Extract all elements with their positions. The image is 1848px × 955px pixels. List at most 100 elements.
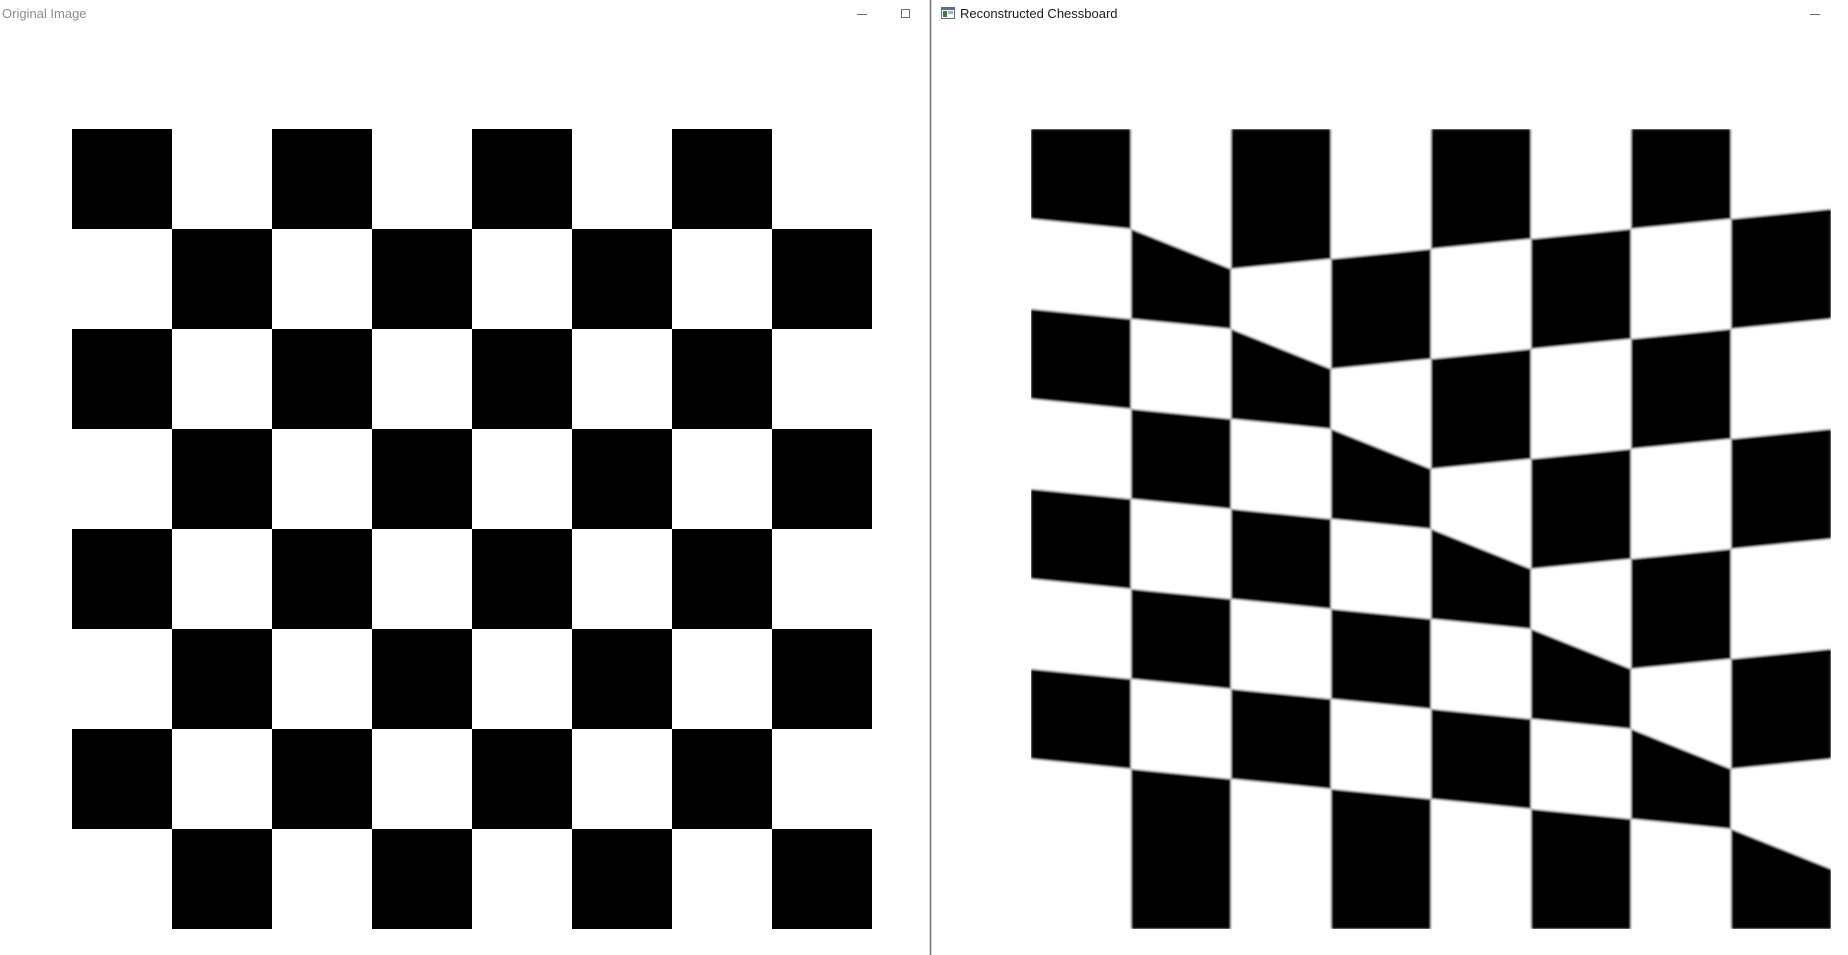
chess-square bbox=[772, 229, 872, 329]
chess-square bbox=[1531, 719, 1631, 819]
chess-square bbox=[572, 629, 672, 729]
chess-square bbox=[1031, 759, 1131, 929]
chess-square bbox=[772, 829, 872, 929]
chess-square bbox=[1531, 809, 1631, 929]
chess-square bbox=[372, 829, 472, 929]
chess-square bbox=[272, 129, 372, 229]
chess-square bbox=[1531, 129, 1631, 239]
chess-square bbox=[372, 629, 472, 729]
chess-square bbox=[1631, 819, 1731, 929]
chess-square bbox=[472, 129, 572, 229]
chess-square bbox=[1231, 129, 1331, 269]
chess-square bbox=[572, 329, 672, 429]
chess-square bbox=[72, 529, 172, 629]
chess-square bbox=[1231, 779, 1331, 929]
chess-square bbox=[172, 129, 272, 229]
chess-square bbox=[1131, 499, 1231, 599]
chess-square bbox=[772, 629, 872, 729]
chess-square bbox=[1331, 129, 1431, 259]
original-image-window: Original Image bbox=[0, 0, 929, 955]
maximize-icon[interactable] bbox=[895, 6, 917, 22]
chess-square bbox=[572, 829, 672, 929]
chess-square bbox=[172, 329, 272, 429]
chess-square bbox=[1431, 799, 1531, 929]
chess-square bbox=[572, 129, 672, 229]
chess-square bbox=[72, 429, 172, 529]
chess-square bbox=[1631, 549, 1731, 669]
chess-square bbox=[572, 229, 672, 329]
reconstructed-chessboard-titlebar[interactable]: Reconstructed Chessboard bbox=[932, 0, 1848, 28]
chess-square bbox=[372, 229, 472, 329]
chess-square bbox=[472, 329, 572, 429]
chess-square bbox=[72, 629, 172, 729]
chess-square bbox=[272, 629, 372, 729]
original-image-titlebar[interactable]: Original Image bbox=[0, 0, 929, 28]
chess-square bbox=[1731, 319, 1831, 439]
chess-square bbox=[1631, 219, 1731, 339]
chess-square bbox=[1331, 609, 1431, 709]
chess-square bbox=[1531, 229, 1631, 349]
chess-square bbox=[1331, 519, 1431, 619]
chess-square bbox=[672, 129, 772, 229]
app-window-icon bbox=[941, 7, 955, 19]
chess-square bbox=[772, 529, 872, 629]
chess-square bbox=[1331, 699, 1431, 799]
chess-square bbox=[1631, 439, 1731, 559]
chess-square bbox=[1631, 329, 1731, 449]
chess-square bbox=[1031, 399, 1131, 499]
chess-square bbox=[1431, 709, 1531, 809]
chess-square bbox=[272, 829, 372, 929]
minimize-icon[interactable] bbox=[851, 6, 873, 22]
chess-square bbox=[1731, 209, 1831, 329]
chess-square bbox=[272, 229, 372, 329]
chess-square bbox=[772, 329, 872, 429]
chess-square bbox=[1731, 129, 1831, 219]
chess-square bbox=[1431, 619, 1531, 719]
chess-square bbox=[472, 629, 572, 729]
original-chessboard bbox=[72, 129, 872, 929]
chess-square bbox=[372, 729, 472, 829]
chess-square bbox=[172, 629, 272, 729]
chess-square bbox=[372, 129, 472, 229]
chess-square bbox=[272, 429, 372, 529]
chess-square bbox=[272, 329, 372, 429]
chess-square bbox=[672, 829, 772, 929]
chess-square bbox=[1131, 409, 1231, 509]
chess-square bbox=[572, 529, 672, 629]
chess-square bbox=[1731, 539, 1831, 659]
chess-square bbox=[772, 429, 872, 529]
chess-square bbox=[672, 229, 772, 329]
chess-square bbox=[772, 729, 872, 829]
chess-square bbox=[172, 229, 272, 329]
chess-square bbox=[372, 429, 472, 529]
chess-square bbox=[1531, 449, 1631, 569]
minimize-icon[interactable] bbox=[1804, 6, 1826, 22]
chess-square bbox=[772, 129, 872, 229]
chess-square bbox=[1031, 489, 1131, 589]
chess-square bbox=[1331, 249, 1431, 369]
chess-square bbox=[572, 429, 672, 529]
window-title: Original Image bbox=[2, 6, 87, 21]
chess-square bbox=[1131, 589, 1231, 689]
chess-square bbox=[672, 529, 772, 629]
chess-square bbox=[1231, 419, 1331, 519]
chess-square bbox=[72, 229, 172, 329]
chess-square bbox=[1731, 429, 1831, 549]
reconstructed-chessboard-window: Reconstructed Chessboard bbox=[932, 0, 1848, 955]
chess-square bbox=[1231, 599, 1331, 699]
chess-square bbox=[172, 729, 272, 829]
chess-square bbox=[1031, 219, 1131, 319]
chess-square bbox=[672, 729, 772, 829]
chess-square bbox=[672, 629, 772, 729]
chess-square bbox=[72, 829, 172, 929]
chess-square bbox=[72, 729, 172, 829]
window-title: Reconstructed Chessboard bbox=[960, 6, 1118, 21]
chess-square bbox=[1131, 769, 1231, 929]
chess-square bbox=[172, 829, 272, 929]
chess-square bbox=[1231, 509, 1331, 609]
chess-square bbox=[1131, 679, 1231, 779]
window-divider-line bbox=[930, 0, 931, 955]
chess-square bbox=[1031, 129, 1131, 229]
chess-square bbox=[1131, 319, 1231, 419]
chess-square bbox=[1431, 129, 1531, 249]
